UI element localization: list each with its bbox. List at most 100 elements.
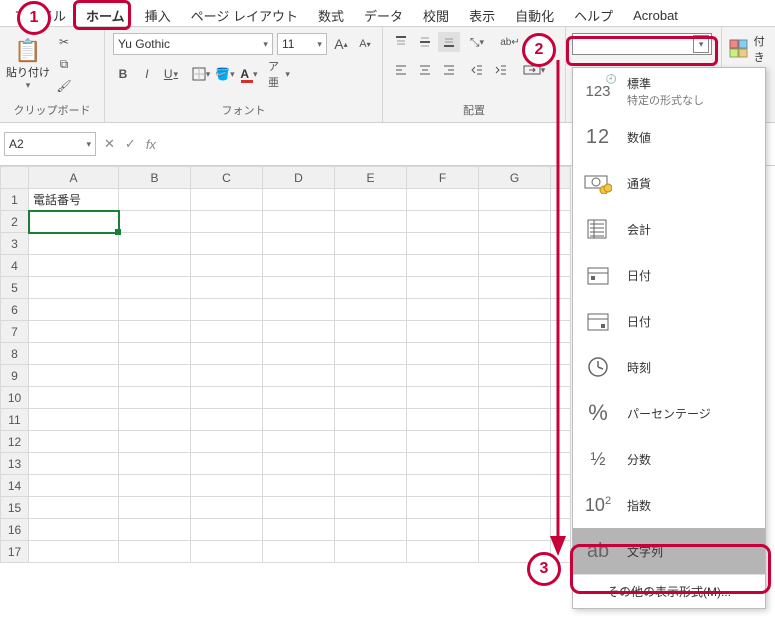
cell-E7[interactable] xyxy=(335,321,407,343)
cell-G17[interactable] xyxy=(479,541,551,563)
cell-A7[interactable] xyxy=(29,321,119,343)
cell-G5[interactable] xyxy=(479,277,551,299)
cell-B15[interactable] xyxy=(119,497,191,519)
cell-B16[interactable] xyxy=(119,519,191,541)
cell-C4[interactable] xyxy=(191,255,263,277)
cell-G14[interactable] xyxy=(479,475,551,497)
cell-E16[interactable] xyxy=(335,519,407,541)
cell-G6[interactable] xyxy=(479,299,551,321)
fx-button[interactable]: fx xyxy=(146,137,156,152)
row-header-1[interactable]: 1 xyxy=(1,189,29,211)
cell-G8[interactable] xyxy=(479,343,551,365)
cell-D12[interactable] xyxy=(263,431,335,453)
cell-B6[interactable] xyxy=(119,299,191,321)
tab-data[interactable]: データ xyxy=(354,2,413,29)
italic-button[interactable]: I xyxy=(136,64,158,84)
number-format-select[interactable]: ▾ xyxy=(572,33,712,55)
cell-C8[interactable] xyxy=(191,343,263,365)
align-bottom-button[interactable] xyxy=(438,32,460,52)
name-box[interactable]: A2 ▾ xyxy=(4,132,96,156)
col-header-A[interactable]: A xyxy=(29,167,119,189)
cell-D5[interactable] xyxy=(263,277,335,299)
font-color-button[interactable]: A ▾ xyxy=(238,64,260,84)
increase-font-button[interactable]: A▴ xyxy=(330,34,352,54)
fmt-item-date-short[interactable]: 日付 xyxy=(573,252,765,298)
cell-E8[interactable] xyxy=(335,343,407,365)
cell-C6[interactable] xyxy=(191,299,263,321)
cell-A4[interactable] xyxy=(29,255,119,277)
cell-D2[interactable] xyxy=(263,211,335,233)
row-header-11[interactable]: 11 xyxy=(1,409,29,431)
cell-A15[interactable] xyxy=(29,497,119,519)
col-header-B[interactable]: B xyxy=(119,167,191,189)
cell-E17[interactable] xyxy=(335,541,407,563)
align-right-button[interactable] xyxy=(438,60,460,80)
cell-E10[interactable] xyxy=(335,387,407,409)
cell-B17[interactable] xyxy=(119,541,191,563)
tab-view[interactable]: 表示 xyxy=(459,2,505,29)
cell-F13[interactable] xyxy=(407,453,479,475)
cell-G13[interactable] xyxy=(479,453,551,475)
cell-F4[interactable] xyxy=(407,255,479,277)
cell-C17[interactable] xyxy=(191,541,263,563)
decrease-indent-button[interactable] xyxy=(466,60,488,80)
row-header-12[interactable]: 12 xyxy=(1,431,29,453)
fill-color-button[interactable]: 🪣 ▾ xyxy=(214,64,236,84)
borders-button[interactable]: ▾ xyxy=(190,64,212,84)
wrap-text-button[interactable]: ab↵ xyxy=(496,32,524,52)
cell-D10[interactable] xyxy=(263,387,335,409)
cell-F6[interactable] xyxy=(407,299,479,321)
cell-A10[interactable] xyxy=(29,387,119,409)
cancel-button[interactable]: ✕ xyxy=(104,136,115,152)
cell-C14[interactable] xyxy=(191,475,263,497)
cell-A8[interactable] xyxy=(29,343,119,365)
cell-C16[interactable] xyxy=(191,519,263,541)
col-header-G[interactable]: G xyxy=(479,167,551,189)
cell-B14[interactable] xyxy=(119,475,191,497)
cell-C15[interactable] xyxy=(191,497,263,519)
cell-D11[interactable] xyxy=(263,409,335,431)
cell-C10[interactable] xyxy=(191,387,263,409)
col-header-D[interactable]: D xyxy=(263,167,335,189)
cell-F14[interactable] xyxy=(407,475,479,497)
cell-B8[interactable] xyxy=(119,343,191,365)
cell-F11[interactable] xyxy=(407,409,479,431)
cell-G7[interactable] xyxy=(479,321,551,343)
tab-review[interactable]: 校閲 xyxy=(413,2,459,29)
tab-file[interactable]: ファイル xyxy=(4,2,76,29)
cell-E1[interactable] xyxy=(335,189,407,211)
fmt-item-number[interactable]: 12数値 xyxy=(573,114,765,160)
fmt-item-general[interactable]: 🕘123標準特定の形式なし xyxy=(573,68,765,114)
cell-D3[interactable] xyxy=(263,233,335,255)
row-header-14[interactable]: 14 xyxy=(1,475,29,497)
cell-D14[interactable] xyxy=(263,475,335,497)
font-name-select[interactable]: Yu Gothic ▾ xyxy=(113,33,273,55)
cell-F3[interactable] xyxy=(407,233,479,255)
cell-G15[interactable] xyxy=(479,497,551,519)
align-top-button[interactable] xyxy=(390,32,412,52)
col-header-C[interactable]: C xyxy=(191,167,263,189)
tab-home[interactable]: ホーム xyxy=(76,2,135,29)
cell-G9[interactable] xyxy=(479,365,551,387)
cell-G16[interactable] xyxy=(479,519,551,541)
cell-C12[interactable] xyxy=(191,431,263,453)
cell-D1[interactable] xyxy=(263,189,335,211)
cell-D17[interactable] xyxy=(263,541,335,563)
font-size-select[interactable]: 11 ▾ xyxy=(277,33,327,55)
phonetic-button[interactable]: ア亜 ▾ xyxy=(268,64,290,84)
cell-G3[interactable] xyxy=(479,233,551,255)
cell-G11[interactable] xyxy=(479,409,551,431)
row-header-9[interactable]: 9 xyxy=(1,365,29,387)
cell-F17[interactable] xyxy=(407,541,479,563)
cell-D16[interactable] xyxy=(263,519,335,541)
cell-G1[interactable] xyxy=(479,189,551,211)
cell-D13[interactable] xyxy=(263,453,335,475)
row-header-17[interactable]: 17 xyxy=(1,541,29,563)
cell-A16[interactable] xyxy=(29,519,119,541)
cell-C1[interactable] xyxy=(191,189,263,211)
conditional-formatting-button[interactable] xyxy=(729,38,751,60)
fmt-item-date-long[interactable]: 日付 xyxy=(573,298,765,344)
cell-D8[interactable] xyxy=(263,343,335,365)
bold-button[interactable]: B xyxy=(112,64,134,84)
align-middle-button[interactable] xyxy=(414,32,436,52)
